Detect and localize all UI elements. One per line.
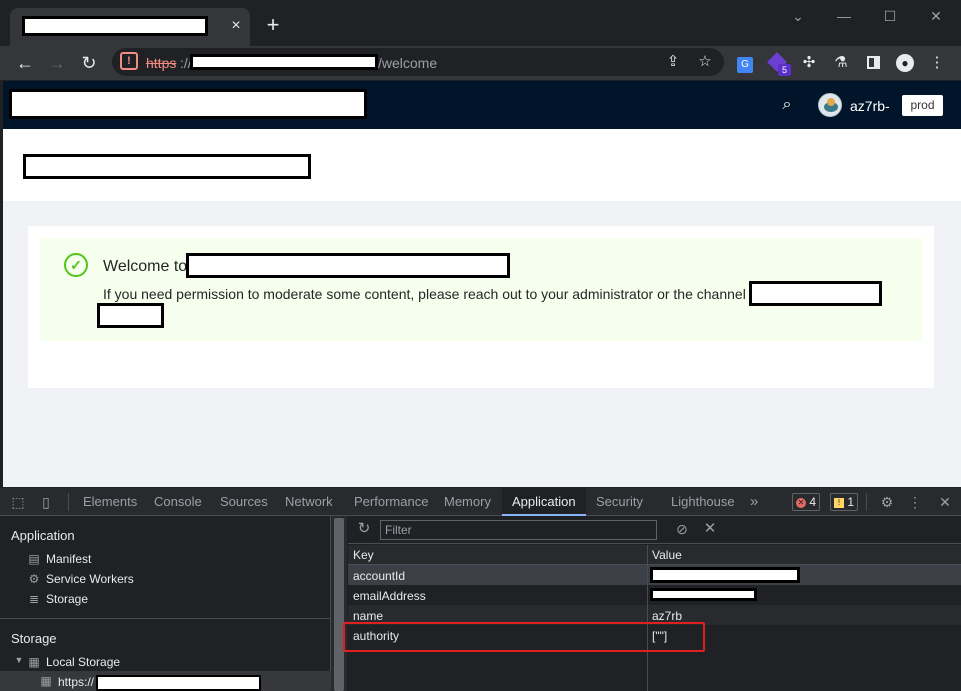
- new-tab-icon[interactable]: +: [262, 14, 284, 36]
- avatar[interactable]: [818, 93, 842, 117]
- welcome-title: Welcome to: [103, 258, 188, 275]
- extension-badge: 5: [778, 64, 791, 76]
- divider: [866, 493, 867, 511]
- clear-all-icon[interactable]: ⊘: [673, 520, 691, 538]
- tab-close-icon[interactable]: ×: [228, 16, 244, 36]
- application-heading: Application: [11, 528, 75, 543]
- tab-console[interactable]: Console: [154, 488, 202, 516]
- storage-heading: Storage: [11, 631, 57, 646]
- delete-selected-icon[interactable]: ✕: [701, 520, 719, 538]
- redacted-url-host: [190, 54, 378, 70]
- maximize-icon[interactable]: ☐: [878, 6, 902, 26]
- table-row[interactable]: emailAddress: [348, 585, 961, 605]
- share-icon[interactable]: ⇪: [663, 52, 683, 72]
- warning-count-badge[interactable]: ! 1: [830, 493, 859, 511]
- tab-security[interactable]: Security: [596, 488, 643, 516]
- refresh-icon[interactable]: ↻: [355, 520, 373, 538]
- expand-triangle-icon[interactable]: ▼: [12, 655, 26, 665]
- tab-application[interactable]: Application: [502, 488, 586, 516]
- sidebar-item-service-workers[interactable]: Service Workers: [46, 572, 134, 586]
- tab-elements[interactable]: Elements: [83, 488, 137, 516]
- redacted-app-logo: [9, 89, 367, 119]
- sidebar-item-manifest[interactable]: Manifest: [46, 552, 91, 566]
- settings-gear-icon[interactable]: ⚙: [877, 492, 897, 512]
- warning-count: 1: [847, 495, 855, 509]
- highlight-annotation: [343, 622, 705, 652]
- flask-icon[interactable]: ⚗: [830, 52, 852, 74]
- permission-message: If you need permission to moderate some …: [103, 286, 746, 302]
- more-options-icon[interactable]: ⋮: [905, 492, 925, 512]
- redacted-value: [650, 567, 800, 583]
- column-key[interactable]: Key: [353, 548, 374, 562]
- side-panel-icon[interactable]: [862, 52, 884, 74]
- redacted-value: [650, 588, 757, 601]
- divider: [68, 493, 69, 511]
- column-value[interactable]: Value: [652, 548, 682, 562]
- tab-sources[interactable]: Sources: [220, 488, 268, 516]
- username[interactable]: az7rb-: [850, 98, 890, 114]
- error-count: 4: [809, 495, 817, 509]
- database-icon: ≣: [28, 592, 40, 606]
- gear-icon: ⚙: [28, 572, 40, 586]
- back-icon[interactable]: ←: [12, 50, 38, 76]
- grid-icon: ▦: [40, 674, 52, 688]
- origin-prefix: https://: [58, 675, 95, 689]
- redacted-channel-name: [749, 281, 882, 306]
- window-close-icon[interactable]: ✕: [924, 6, 948, 26]
- menu-icon[interactable]: ⋮: [926, 52, 948, 74]
- not-secure-icon[interactable]: !: [120, 52, 138, 70]
- search-icon[interactable]: ⌕: [777, 95, 797, 115]
- environment-tag: prod: [902, 95, 943, 116]
- redacted-page-title: [23, 154, 311, 179]
- table-row[interactable]: accountId: [348, 565, 961, 585]
- redacted-app-name: [186, 253, 510, 278]
- url-scheme: https: [146, 55, 177, 71]
- device-toolbar-icon[interactable]: ▯: [36, 492, 56, 512]
- grid-icon: ▦: [28, 655, 40, 669]
- profile-icon[interactable]: ●: [894, 52, 916, 74]
- more-tabs-icon[interactable]: »: [750, 488, 758, 516]
- column-divider[interactable]: [647, 545, 648, 691]
- file-icon: ▤: [28, 552, 40, 566]
- tab-memory[interactable]: Memory: [444, 488, 491, 516]
- inspect-element-icon[interactable]: ⬚: [8, 492, 28, 512]
- bookmark-star-icon[interactable]: ☆: [695, 52, 715, 72]
- sidebar-item-storage[interactable]: Storage: [46, 592, 88, 606]
- minimize-icon[interactable]: —: [832, 6, 856, 26]
- check-circle-icon: ✓: [64, 253, 88, 277]
- filter-input[interactable]: Filter: [380, 520, 657, 540]
- error-count-badge[interactable]: ✕ 4: [792, 493, 821, 511]
- row-key: accountId: [353, 569, 406, 583]
- sidebar-divider: [0, 618, 331, 619]
- sidebar-item-local-storage[interactable]: Local Storage: [46, 655, 120, 669]
- row-value: az7rb: [652, 609, 683, 623]
- redacted-origin: [96, 675, 261, 691]
- close-devtools-icon[interactable]: ✕: [935, 492, 955, 512]
- tab-search-icon[interactable]: ⌄: [786, 6, 810, 26]
- row-key: emailAddress: [353, 589, 426, 603]
- puzzle-icon[interactable]: ✣: [798, 52, 820, 74]
- url-path: /welcome: [378, 55, 438, 71]
- translate-icon[interactable]: G: [734, 52, 756, 74]
- tab-lighthouse[interactable]: Lighthouse: [671, 488, 735, 516]
- reload-icon[interactable]: ↻: [76, 50, 102, 76]
- scrollbar-thumb[interactable]: [334, 518, 344, 691]
- tab-network[interactable]: Network: [285, 488, 333, 516]
- forward-icon[interactable]: →: [44, 50, 70, 76]
- redacted-channel-name-cont: [97, 303, 164, 328]
- tab-performance[interactable]: Performance: [354, 488, 428, 516]
- redacted-tab-title: [22, 16, 208, 36]
- row-key: name: [353, 609, 384, 623]
